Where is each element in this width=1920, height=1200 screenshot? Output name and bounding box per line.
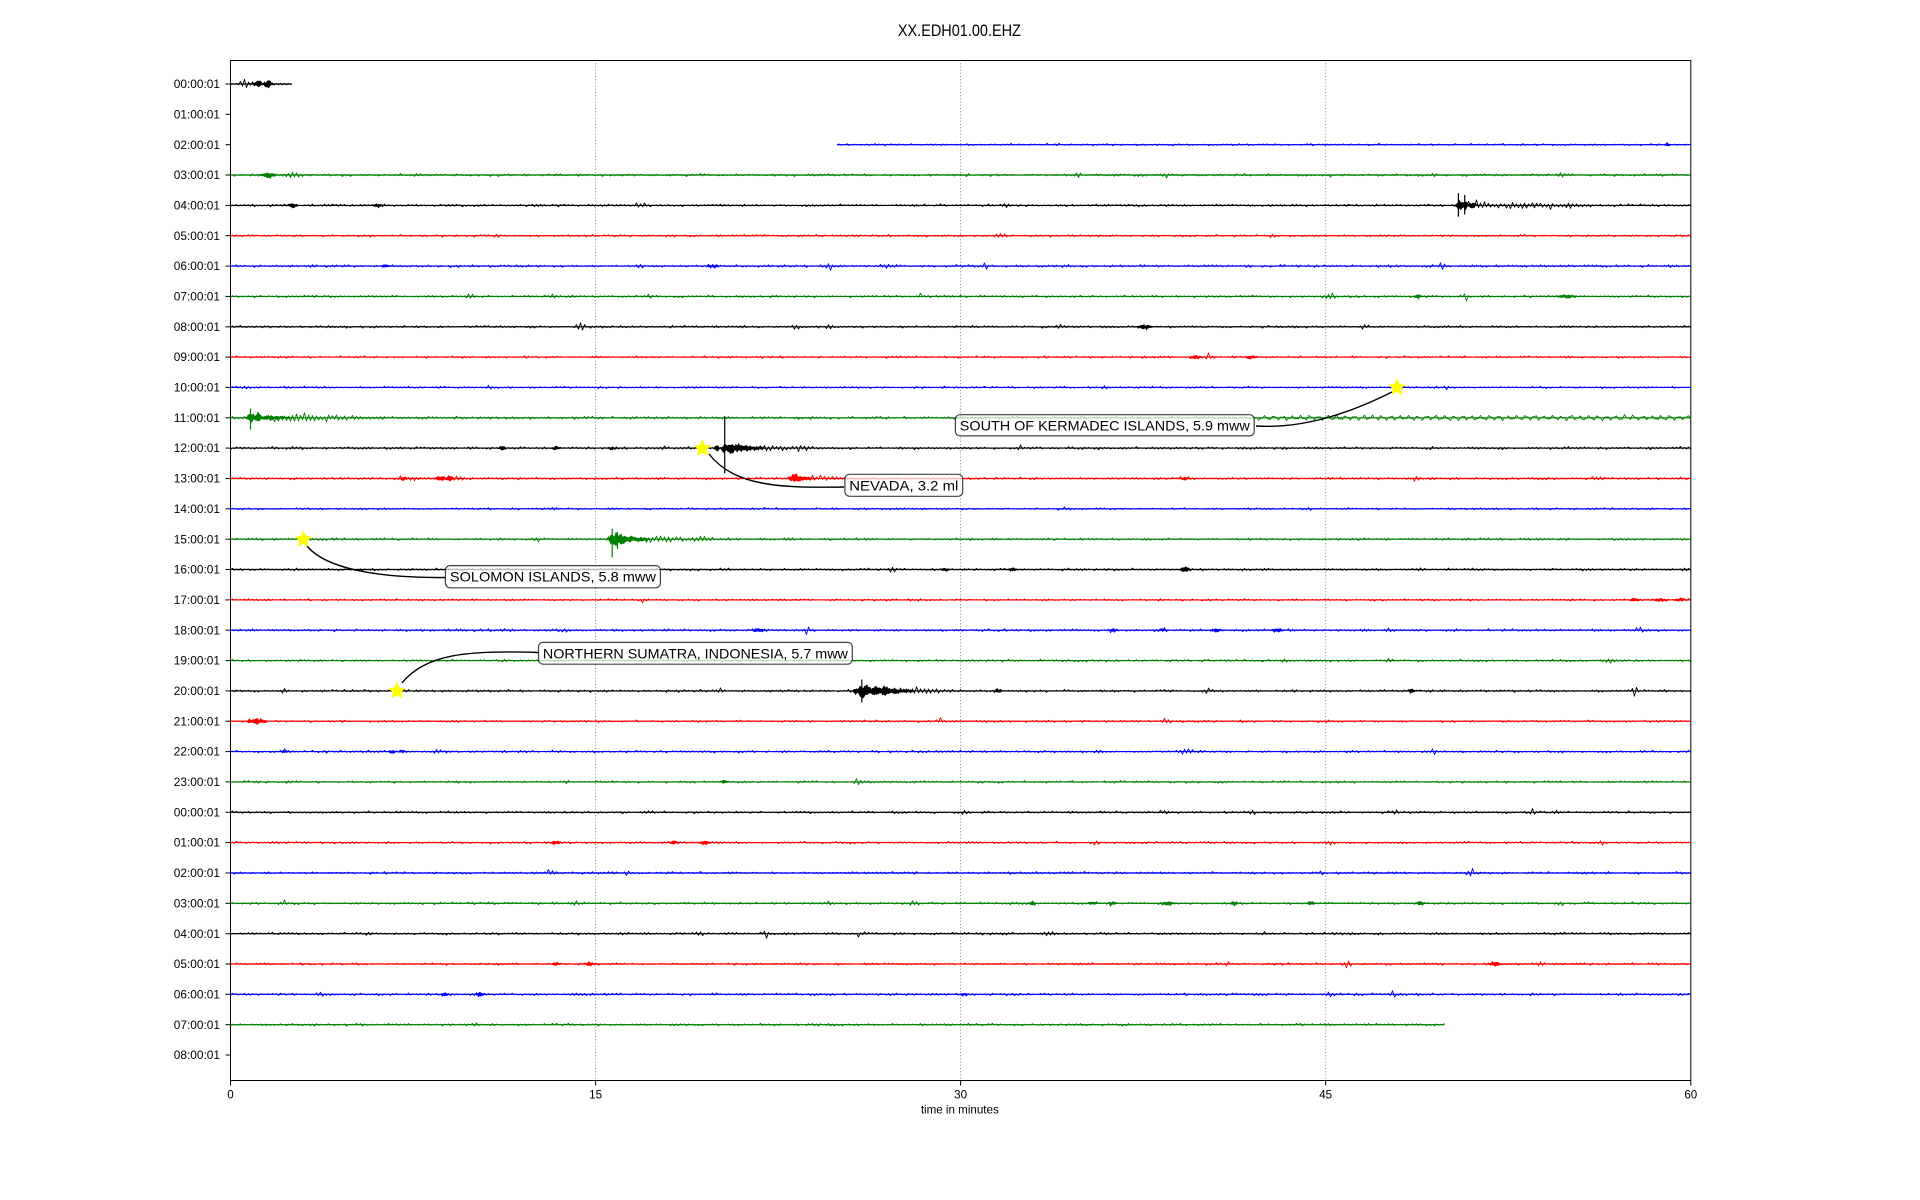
svg-text:13:00:01: 13:00:01 bbox=[174, 473, 220, 486]
svg-text:02:00:01: 02:00:01 bbox=[174, 867, 220, 880]
svg-text:19:00:01: 19:00:01 bbox=[174, 655, 220, 668]
svg-text:01:00:01: 01:00:01 bbox=[174, 837, 220, 850]
svg-text:08:00:01: 08:00:01 bbox=[174, 321, 220, 334]
svg-text:05:00:01: 05:00:01 bbox=[174, 958, 220, 971]
svg-text:11:00:01: 11:00:01 bbox=[174, 412, 220, 425]
svg-text:NEVADA, 3.2 ml: NEVADA, 3.2 ml bbox=[849, 477, 958, 493]
svg-text:45: 45 bbox=[1319, 1089, 1332, 1102]
svg-text:SOLOMON ISLANDS, 5.8 mww: SOLOMON ISLANDS, 5.8 mww bbox=[450, 569, 657, 585]
svg-text:23:00:01: 23:00:01 bbox=[174, 776, 220, 789]
svg-text:06:00:01: 06:00:01 bbox=[174, 988, 220, 1001]
svg-text:21:00:01: 21:00:01 bbox=[174, 715, 220, 728]
svg-text:time in minutes: time in minutes bbox=[921, 1104, 999, 1117]
svg-text:SOUTH OF KERMADEC ISLANDS, 5.9: SOUTH OF KERMADEC ISLANDS, 5.9 mww bbox=[960, 417, 1251, 433]
svg-text:NORTHERN SUMATRA, INDONESIA, 5: NORTHERN SUMATRA, INDONESIA, 5.7 mww bbox=[543, 646, 849, 662]
svg-text:14:00:01: 14:00:01 bbox=[174, 503, 220, 516]
svg-text:01:00:01: 01:00:01 bbox=[174, 108, 220, 121]
svg-text:16:00:01: 16:00:01 bbox=[174, 564, 220, 577]
svg-text:15:00:01: 15:00:01 bbox=[174, 533, 220, 546]
svg-text:10:00:01: 10:00:01 bbox=[174, 382, 220, 395]
svg-text:XX.EDH01.00.EHZ: XX.EDH01.00.EHZ bbox=[898, 21, 1021, 40]
svg-text:17:00:01: 17:00:01 bbox=[174, 594, 220, 607]
svg-text:07:00:01: 07:00:01 bbox=[174, 291, 220, 304]
svg-text:22:00:01: 22:00:01 bbox=[174, 746, 220, 759]
svg-text:04:00:01: 04:00:01 bbox=[174, 200, 220, 213]
svg-text:15: 15 bbox=[589, 1089, 602, 1102]
svg-text:06:00:01: 06:00:01 bbox=[174, 260, 220, 273]
svg-text:30: 30 bbox=[954, 1089, 967, 1102]
svg-text:07:00:01: 07:00:01 bbox=[174, 1019, 220, 1032]
svg-text:03:00:01: 03:00:01 bbox=[174, 169, 220, 182]
svg-text:09:00:01: 09:00:01 bbox=[174, 351, 220, 364]
svg-text:12:00:01: 12:00:01 bbox=[174, 442, 220, 455]
svg-text:03:00:01: 03:00:01 bbox=[174, 897, 220, 910]
svg-text:18:00:01: 18:00:01 bbox=[174, 624, 220, 637]
svg-text:0: 0 bbox=[227, 1089, 233, 1102]
svg-text:05:00:01: 05:00:01 bbox=[174, 230, 220, 243]
svg-text:08:00:01: 08:00:01 bbox=[174, 1049, 220, 1062]
svg-text:04:00:01: 04:00:01 bbox=[174, 928, 220, 941]
svg-text:00:00:01: 00:00:01 bbox=[174, 806, 220, 819]
svg-text:02:00:01: 02:00:01 bbox=[174, 139, 220, 152]
svg-text:60: 60 bbox=[1684, 1089, 1697, 1102]
svg-text:00:00:01: 00:00:01 bbox=[174, 78, 220, 91]
svg-text:20:00:01: 20:00:01 bbox=[174, 685, 220, 698]
